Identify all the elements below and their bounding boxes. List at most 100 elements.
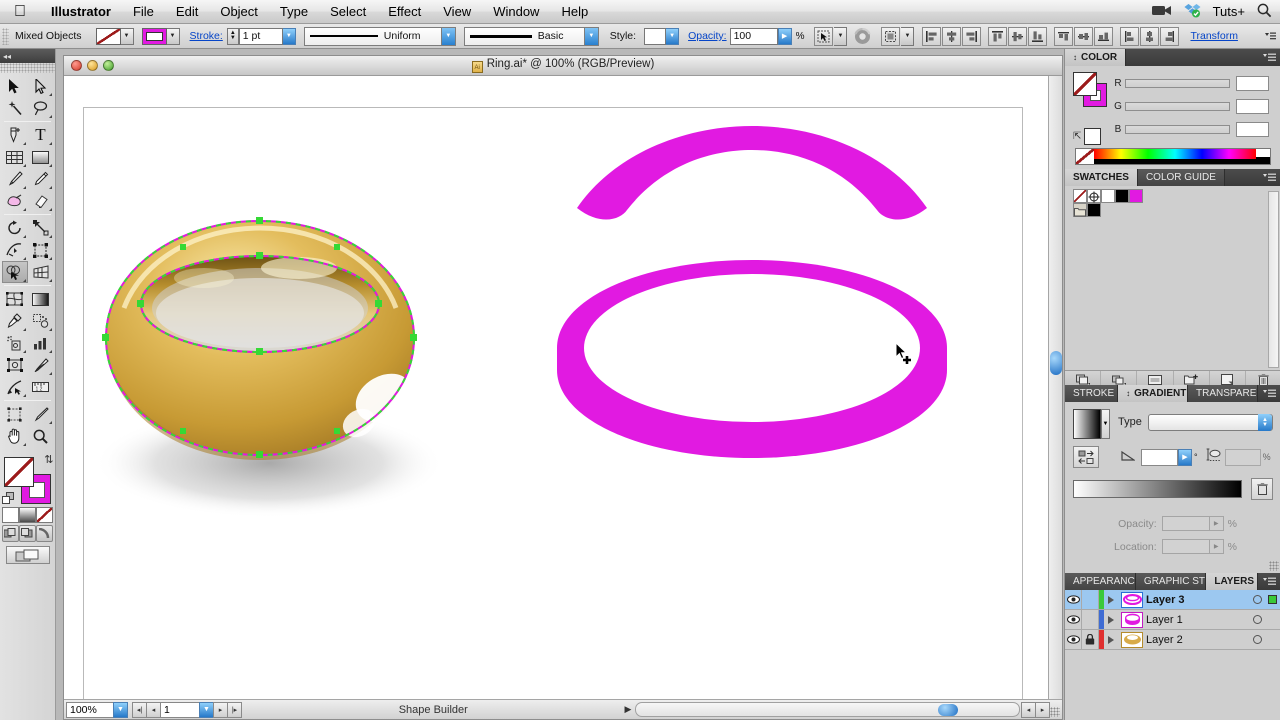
layer-3-target-icon[interactable] [1253, 595, 1262, 604]
layer-row-layer-3[interactable]: Layer 3 [1065, 590, 1280, 610]
stroke-swatch[interactable] [95, 27, 121, 45]
rectangle-tool[interactable] [28, 146, 54, 168]
control-bar-grip[interactable] [2, 27, 9, 45]
tab-graphic-styles[interactable]: GRAPHIC ST [1135, 573, 1207, 590]
delete-stop-icon[interactable] [1251, 478, 1273, 500]
pen-tool[interactable] [2, 124, 28, 146]
tab-color[interactable]: ↕ COLOR [1065, 49, 1127, 66]
none-fill-mode[interactable] [35, 507, 53, 523]
stroke-profile-arrow[interactable]: ▼ [440, 27, 455, 45]
control-bar-menu-icon[interactable] [1265, 31, 1276, 42]
next-page-icon[interactable]: ▸ [213, 701, 228, 718]
swap-fill-stroke-icon[interactable]: ⇅ [44, 453, 53, 466]
menu-illustrator[interactable]: Illustrator [40, 0, 122, 24]
layer-1-target-icon[interactable] [1253, 615, 1262, 624]
channel-b-value[interactable] [1236, 122, 1269, 137]
tab-swatches[interactable]: SWATCHES [1065, 169, 1138, 186]
hand-tool[interactable] [2, 425, 28, 447]
zoom-level-field[interactable]: 100% [66, 701, 114, 718]
align-center-horizontal-icon[interactable] [942, 26, 962, 46]
align-middle-vertical-icon[interactable] [1008, 26, 1028, 46]
layer-2-lock-icon[interactable] [1082, 630, 1099, 649]
align-top-icon[interactable] [988, 26, 1008, 46]
stroke-weight-field[interactable]: 1 pt [238, 27, 283, 45]
draw-behind-mode[interactable] [18, 525, 36, 542]
scroll-right-icon[interactable]: ▸ [1035, 701, 1051, 718]
gradient-aspect-control[interactable]: % [1224, 448, 1271, 466]
toolbox-collapse-icon[interactable]: ◂◂ [0, 49, 55, 63]
white-swatch[interactable] [1101, 189, 1115, 203]
menu-object[interactable]: Object [209, 0, 269, 24]
vertical-scrollbar[interactable] [1048, 76, 1062, 699]
magic-wand-tool[interactable] [2, 97, 28, 119]
stroke-weight-stepper[interactable]: ▲ ▼ [226, 27, 239, 45]
lasso-tool[interactable] [28, 97, 54, 119]
menu-effect[interactable]: Effect [377, 0, 432, 24]
fill-swatch[interactable] [141, 27, 167, 45]
horizontal-scrollbar[interactable] [635, 702, 1021, 717]
distribute-center-icon[interactable] [1074, 26, 1094, 46]
tab-transparency[interactable]: TRANSPARE [1187, 385, 1258, 402]
direct-selection-tool[interactable] [28, 75, 54, 97]
document-title-bar[interactable]: Ai Ring.ai* @ 100% (RGB/Preview) [64, 56, 1062, 76]
search-icon[interactable] [1257, 3, 1272, 21]
layer-1-visibility-icon[interactable] [1065, 610, 1082, 629]
gradient-angle-field[interactable] [1141, 448, 1178, 466]
tab-layers[interactable]: LAYERS [1206, 573, 1258, 590]
first-page-icon[interactable]: ◂| [132, 701, 147, 718]
gradient-type-stepper[interactable]: ▲ ▼ [1258, 414, 1272, 431]
gradient-opacity-arrow[interactable]: ▶ [1209, 516, 1224, 531]
swatches-panel-menu-icon[interactable] [1258, 169, 1280, 186]
artboard-tool[interactable] [2, 354, 28, 376]
default-fill-stroke-icon[interactable] [1, 492, 15, 505]
window-resize-grip[interactable] [1050, 707, 1060, 717]
gradient-presets-dropdown[interactable]: ▼ [1101, 409, 1110, 439]
opacity-mask-icon[interactable] [881, 26, 901, 46]
reverse-gradient-icon[interactable] [1073, 446, 1099, 468]
brush-arrow[interactable]: ▼ [583, 27, 598, 45]
gradient-fill-mode[interactable] [18, 507, 36, 523]
gradient-location-arrow[interactable]: ▶ [1209, 539, 1224, 554]
graphic-style-swatch[interactable] [644, 27, 667, 45]
stroke-profile-dropdown[interactable]: Uniform ▼ [303, 26, 456, 46]
blob-brush-tool[interactable] [2, 190, 28, 212]
tab-appearance[interactable]: APPEARANC [1065, 573, 1136, 590]
menu-view[interactable]: View [432, 0, 482, 24]
mesh-tool[interactable] [2, 288, 28, 310]
color-fill-swatch[interactable] [1073, 72, 1097, 96]
menu-edit[interactable]: Edit [165, 0, 209, 24]
page-number-field[interactable]: 1 [160, 701, 200, 718]
color-spectrum-bar[interactable] [1075, 148, 1271, 165]
layer-row-layer-1[interactable]: Layer 1 [1065, 610, 1280, 630]
transform-link[interactable]: Transform [1190, 30, 1237, 42]
symbol-sprayer-tool[interactable] [2, 332, 28, 354]
layer-1-expand-icon[interactable] [1108, 615, 1114, 624]
registration-swatch[interactable] [1087, 189, 1101, 203]
recolor-artwork-icon[interactable] [853, 27, 872, 46]
gradient-preview-swatch[interactable] [1073, 409, 1101, 439]
knife-tool[interactable] [28, 403, 54, 425]
black-swatch[interactable] [1115, 189, 1129, 203]
gradient-type-select[interactable]: ▲ ▼ [1147, 414, 1273, 431]
distribute-right-icon[interactable] [1160, 26, 1180, 46]
width-tool[interactable] [2, 239, 28, 261]
eraser-tool[interactable] [28, 190, 54, 212]
graphic-style-control[interactable]: ▼ [644, 27, 680, 45]
fill-swatch-dropdown[interactable]: ▼ [166, 27, 180, 45]
selection-tool[interactable] [2, 75, 28, 97]
perspective-selection-tool[interactable] [2, 376, 28, 398]
distribute-center-h-icon[interactable] [1140, 26, 1160, 46]
fill-color-control[interactable]: ▼ [141, 27, 180, 45]
menu-help[interactable]: Help [550, 0, 599, 24]
column-graph-tool[interactable] [28, 332, 54, 354]
align-left-icon[interactable] [922, 26, 942, 46]
stroke-weight-dropdown[interactable]: ▼ [282, 27, 296, 45]
draw-normal-mode[interactable] [1, 525, 19, 542]
opacity-control[interactable]: 100 ▶ % [729, 27, 804, 45]
horizontal-scroll-thumb[interactable] [938, 704, 959, 716]
distribute-left-icon[interactable] [1120, 26, 1140, 46]
change-screen-mode-button[interactable] [5, 546, 50, 564]
gradient-panel-resize-grip[interactable] [1269, 561, 1279, 571]
previous-page-icon[interactable]: ◂ [146, 701, 161, 718]
align-right-icon[interactable] [962, 26, 982, 46]
